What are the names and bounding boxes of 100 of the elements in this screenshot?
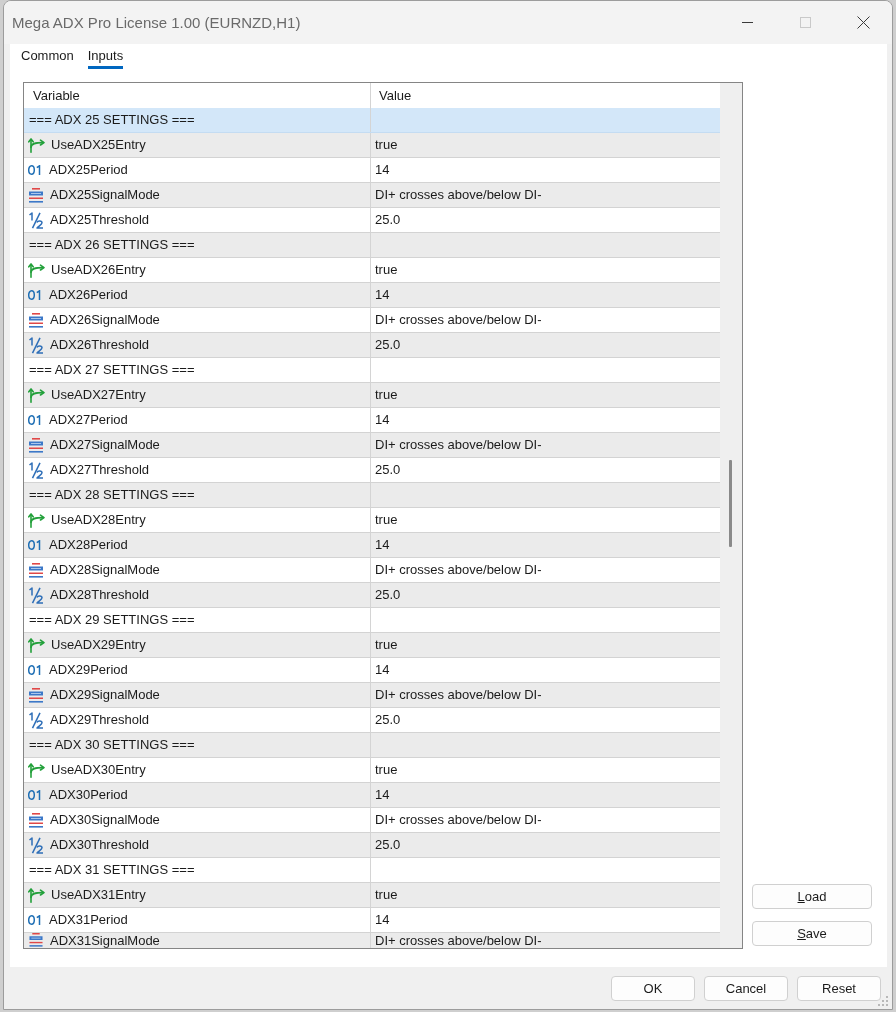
- section-heading: === ADX 29 SETTINGS ===: [29, 612, 195, 628]
- variable-name: UseADX27Entry: [51, 387, 146, 403]
- table-row[interactable]: ADX26Threshold 25.0: [24, 333, 720, 358]
- value-text: DI+ crosses above/below DI-: [375, 312, 542, 328]
- branch-arrow-icon: [28, 637, 45, 653]
- dialog-button[interactable]: Cancel: [704, 976, 788, 1001]
- value-text: 14: [375, 162, 390, 178]
- variable-name: UseADX28Entry: [51, 512, 146, 528]
- table-row[interactable]: === ADX 27 SETTINGS ===: [24, 358, 720, 383]
- variable-name: ADX28Threshold: [50, 587, 149, 603]
- table-row[interactable]: UseADX25Entry true: [24, 133, 720, 158]
- fraction-icon: [28, 336, 44, 354]
- digits-icon: [28, 165, 43, 175]
- list-icon: [28, 187, 44, 203]
- table-row[interactable]: ADX29SignalMode DI+ crosses above/below DI-: [24, 683, 720, 708]
- table-row[interactable]: ADX30Period 14: [24, 783, 720, 808]
- table-row[interactable]: UseADX31Entry true: [24, 883, 720, 908]
- table-row[interactable]: ADX30Threshold 25.0: [24, 833, 720, 858]
- table-row[interactable]: ADX31Period 14: [24, 908, 720, 933]
- scrollbar-thumb[interactable]: [729, 460, 732, 547]
- table-row[interactable]: UseADX27Entry true: [24, 383, 720, 408]
- value-text: 14: [375, 912, 390, 928]
- variable-name: ADX29Period: [49, 662, 128, 678]
- column-header: Value: [378, 87, 413, 105]
- variable-name: ADX30Period: [49, 787, 128, 803]
- table-row[interactable]: UseADX29Entry true: [24, 633, 720, 658]
- variable-name: ADX31Period: [49, 912, 128, 928]
- value-text: DI+ crosses above/below DI-: [375, 933, 542, 948]
- table-row[interactable]: ADX26SignalMode DI+ crosses above/below DI-: [24, 308, 720, 333]
- side-button[interactable]: Load: [752, 884, 872, 909]
- table-row[interactable]: UseADX28Entry true: [24, 508, 720, 533]
- variable-name: ADX31SignalMode: [50, 933, 160, 948]
- table-row[interactable]: ADX27Threshold 25.0: [24, 458, 720, 483]
- variable-name: ADX25SignalMode: [50, 187, 160, 203]
- table-row[interactable]: === ADX 29 SETTINGS ===: [24, 608, 720, 633]
- variable-name: UseADX26Entry: [51, 262, 146, 278]
- section-heading: === ADX 31 SETTINGS ===: [29, 862, 195, 878]
- value-text: 14: [375, 412, 390, 428]
- table-row[interactable]: ADX28Period 14: [24, 533, 720, 558]
- table-row[interactable]: UseADX30Entry true: [24, 758, 720, 783]
- table-row[interactable]: === ADX 25 SETTINGS ===: [24, 108, 720, 133]
- table-row[interactable]: ADX28SignalMode DI+ crosses above/below DI-: [24, 558, 720, 583]
- branch-arrow-icon: [28, 387, 45, 403]
- scrollbar[interactable]: [720, 83, 742, 948]
- value-text: DI+ crosses above/below DI-: [375, 812, 542, 828]
- variable-name: UseADX29Entry: [51, 637, 146, 653]
- variable-name: ADX27Period: [49, 412, 128, 428]
- table-row[interactable]: ADX26Period 14: [24, 283, 720, 308]
- digits-icon: [28, 665, 43, 675]
- table-row[interactable]: ADX31SignalMode DI+ crosses above/below DI-: [24, 933, 720, 948]
- table-row[interactable]: ADX29Period 14: [24, 658, 720, 683]
- table-row[interactable]: ADX25Threshold 25.0: [24, 208, 720, 233]
- table-row[interactable]: ADX28Threshold 25.0: [24, 583, 720, 608]
- value-text: DI+ crosses above/below DI-: [375, 562, 542, 578]
- value-text: 25.0: [375, 462, 401, 478]
- branch-arrow-icon: [28, 762, 45, 778]
- table-row[interactable]: === ADX 31 SETTINGS ===: [24, 858, 720, 883]
- value-text: true: [375, 512, 398, 528]
- table-row[interactable]: ADX27SignalMode DI+ crosses above/below DI-: [24, 433, 720, 458]
- list-icon: [28, 812, 44, 828]
- variable-name: UseADX31Entry: [51, 887, 146, 903]
- side-button[interactable]: Save: [752, 921, 872, 946]
- variable-name: ADX25Period: [49, 162, 128, 178]
- table-row[interactable]: === ADX 28 SETTINGS ===: [24, 483, 720, 508]
- variable-name: ADX26SignalMode: [50, 312, 160, 328]
- value-text: true: [375, 762, 398, 778]
- fraction-icon: [28, 461, 44, 479]
- value-text: DI+ crosses above/below DI-: [375, 687, 542, 703]
- section-heading: === ADX 30 SETTINGS ===: [29, 737, 195, 753]
- digits-icon: [28, 415, 43, 425]
- variable-name: ADX25Threshold: [50, 212, 149, 228]
- section-heading: === ADX 28 SETTINGS ===: [29, 487, 195, 503]
- section-heading: === ADX 26 SETTINGS ===: [29, 237, 195, 253]
- value-text: true: [375, 387, 398, 403]
- tab[interactable]: Common: [21, 48, 74, 69]
- list-icon: [28, 312, 44, 328]
- tab[interactable]: Inputs: [87, 48, 124, 69]
- maximize-icon: [799, 17, 811, 28]
- variable-name: ADX30SignalMode: [50, 812, 160, 828]
- list-icon: [28, 562, 44, 578]
- table-row[interactable]: UseADX26Entry true: [24, 258, 720, 283]
- table-row[interactable]: === ADX 30 SETTINGS ===: [24, 733, 720, 758]
- value-text: 14: [375, 662, 390, 678]
- table-row[interactable]: ADX25Period 14: [24, 158, 720, 183]
- value-text: 14: [375, 287, 390, 303]
- fraction-icon: [28, 211, 44, 229]
- close-icon: [856, 16, 870, 29]
- table-row[interactable]: ADX25SignalMode DI+ crosses above/below DI-: [24, 183, 720, 208]
- table-row[interactable]: ADX27Period 14: [24, 408, 720, 433]
- value-text: DI+ crosses above/below DI-: [375, 437, 542, 453]
- dialog-button[interactable]: OK: [611, 976, 695, 1001]
- variable-name: ADX28SignalMode: [50, 562, 160, 578]
- table-row[interactable]: === ADX 26 SETTINGS ===: [24, 233, 720, 258]
- minimize-icon: [741, 22, 753, 23]
- table-row[interactable]: ADX29Threshold 25.0: [24, 708, 720, 733]
- resize-grip-icon: [878, 996, 889, 1007]
- fraction-icon: [28, 836, 44, 854]
- digits-icon: [28, 915, 43, 925]
- dialog-button[interactable]: Reset: [797, 976, 881, 1001]
- table-row[interactable]: ADX30SignalMode DI+ crosses above/below DI-: [24, 808, 720, 833]
